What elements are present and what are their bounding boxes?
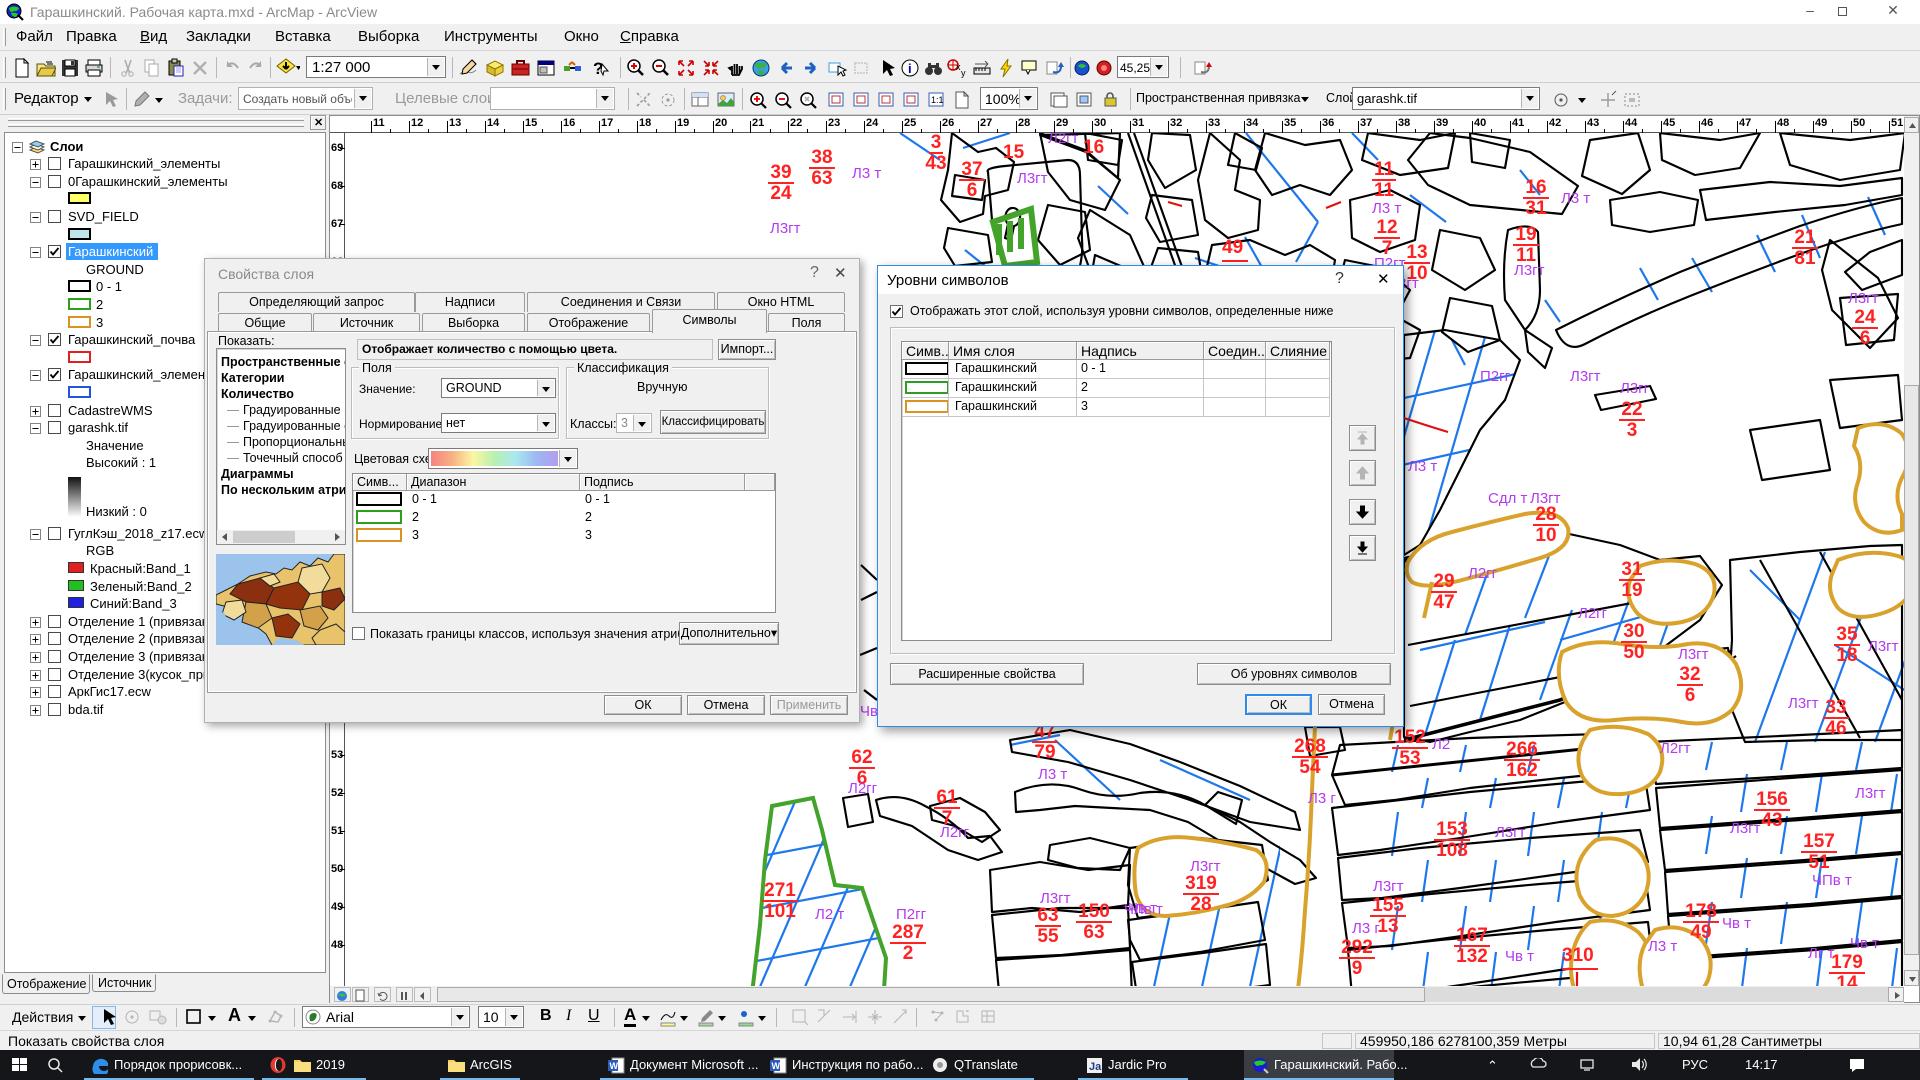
- svg-text:W: W: [772, 1061, 781, 1071]
- svg-text:1:1: 1:1: [931, 95, 944, 105]
- svg-text:i: i: [908, 61, 912, 76]
- svg-text:W: W: [610, 1061, 619, 1071]
- svg-text:Ja: Ja: [1089, 1061, 1102, 1073]
- svg-text:y: y: [961, 68, 966, 78]
